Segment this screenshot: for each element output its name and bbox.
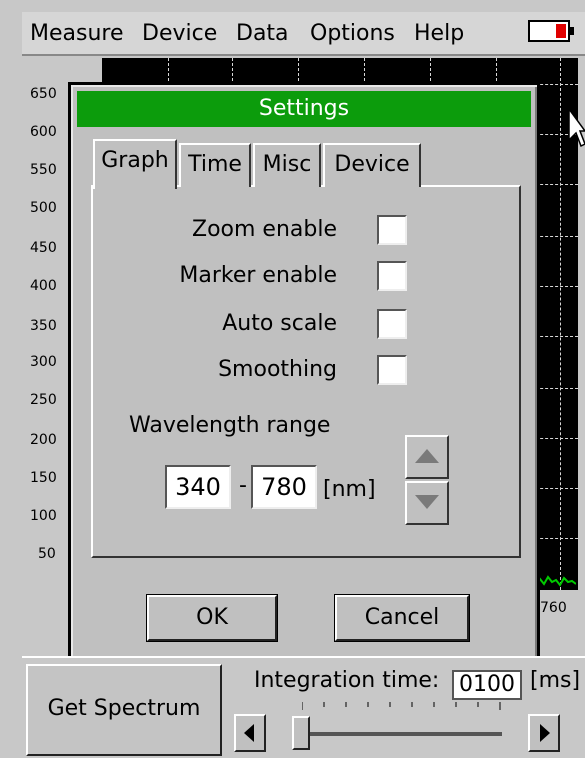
y-tick-label: 300 xyxy=(30,354,57,370)
integration-time-input[interactable]: 0100 xyxy=(452,670,522,700)
y-tick-label: 350 xyxy=(30,318,57,334)
y-tick-label: 400 xyxy=(30,278,57,294)
arrow-up-icon xyxy=(415,449,439,463)
tab-graph[interactable]: Graph xyxy=(93,139,177,189)
x-tick-label: 760 xyxy=(540,600,567,616)
settings-dialog: Settings Graph Time Misc Device Zoom ena… xyxy=(68,82,540,662)
range-separator: - xyxy=(239,473,247,498)
y-tick-label: 250 xyxy=(30,392,57,408)
arrow-right-icon xyxy=(540,724,550,742)
get-spectrum-button[interactable]: Get Spectrum xyxy=(26,664,222,756)
tab-misc[interactable]: Misc xyxy=(253,143,321,187)
wavelength-min-input[interactable]: 340 xyxy=(165,465,231,509)
menu-options[interactable]: Options xyxy=(310,21,395,47)
y-tick-label: 150 xyxy=(30,470,57,486)
y-tick-label: 500 xyxy=(30,200,57,216)
wavelength-unit: [nm] xyxy=(323,477,376,502)
marker-enable-label: Marker enable xyxy=(179,263,337,288)
marker-enable-checkbox[interactable] xyxy=(377,261,407,291)
tab-time[interactable]: Time xyxy=(179,143,251,187)
auto-scale-label: Auto scale xyxy=(222,311,337,336)
integration-slider-thumb[interactable] xyxy=(292,716,310,750)
y-tick-label: 50 xyxy=(38,546,56,562)
arrow-down-icon xyxy=(415,495,439,509)
mouse-cursor-icon xyxy=(568,108,585,148)
wavelength-down-button[interactable] xyxy=(405,481,449,525)
integration-slider-track[interactable] xyxy=(292,732,502,736)
battery-level-fill xyxy=(556,24,566,38)
integration-time-label: Integration time: xyxy=(254,668,440,693)
slider-right-button[interactable] xyxy=(528,714,560,752)
y-tick-label: 650 xyxy=(30,86,57,102)
auto-scale-checkbox[interactable] xyxy=(377,309,407,339)
dialog-title: Settings xyxy=(77,91,531,127)
smoothing-checkbox[interactable] xyxy=(377,355,407,385)
spectrum-signal-trace xyxy=(536,575,576,587)
menu-device[interactable]: Device xyxy=(142,21,217,47)
integration-time-unit: [ms] xyxy=(530,668,581,693)
menu-help[interactable]: Help xyxy=(414,21,464,47)
menu-data[interactable]: Data xyxy=(236,21,289,47)
wavelength-range-label: Wavelength range xyxy=(129,413,331,438)
menu-measure[interactable]: Measure xyxy=(30,21,124,47)
slider-ticks xyxy=(302,702,501,710)
grid-line-vertical xyxy=(560,58,561,590)
slider-left-button[interactable] xyxy=(234,714,266,752)
ok-button[interactable]: OK xyxy=(146,594,278,642)
y-tick-label: 100 xyxy=(30,508,57,524)
y-tick-label: 450 xyxy=(30,240,57,256)
smoothing-label: Smoothing xyxy=(218,357,337,382)
arrow-left-icon xyxy=(244,724,254,742)
zoom-enable-checkbox[interactable] xyxy=(377,215,407,245)
wavelength-max-input[interactable]: 780 xyxy=(251,465,317,509)
battery-low-icon xyxy=(528,20,574,42)
tab-device[interactable]: Device xyxy=(323,143,421,187)
menu-bar: Measure Device Data Options Help xyxy=(22,12,585,56)
y-tick-label: 600 xyxy=(30,124,57,140)
wavelength-up-button[interactable] xyxy=(405,435,449,479)
y-tick-label: 550 xyxy=(30,162,57,178)
y-tick-label: 200 xyxy=(30,432,57,448)
cancel-button[interactable]: Cancel xyxy=(334,594,470,642)
bottom-control-bar: Get Spectrum Integration time: 0100 [ms] xyxy=(22,656,585,758)
zoom-enable-label: Zoom enable xyxy=(192,217,337,242)
